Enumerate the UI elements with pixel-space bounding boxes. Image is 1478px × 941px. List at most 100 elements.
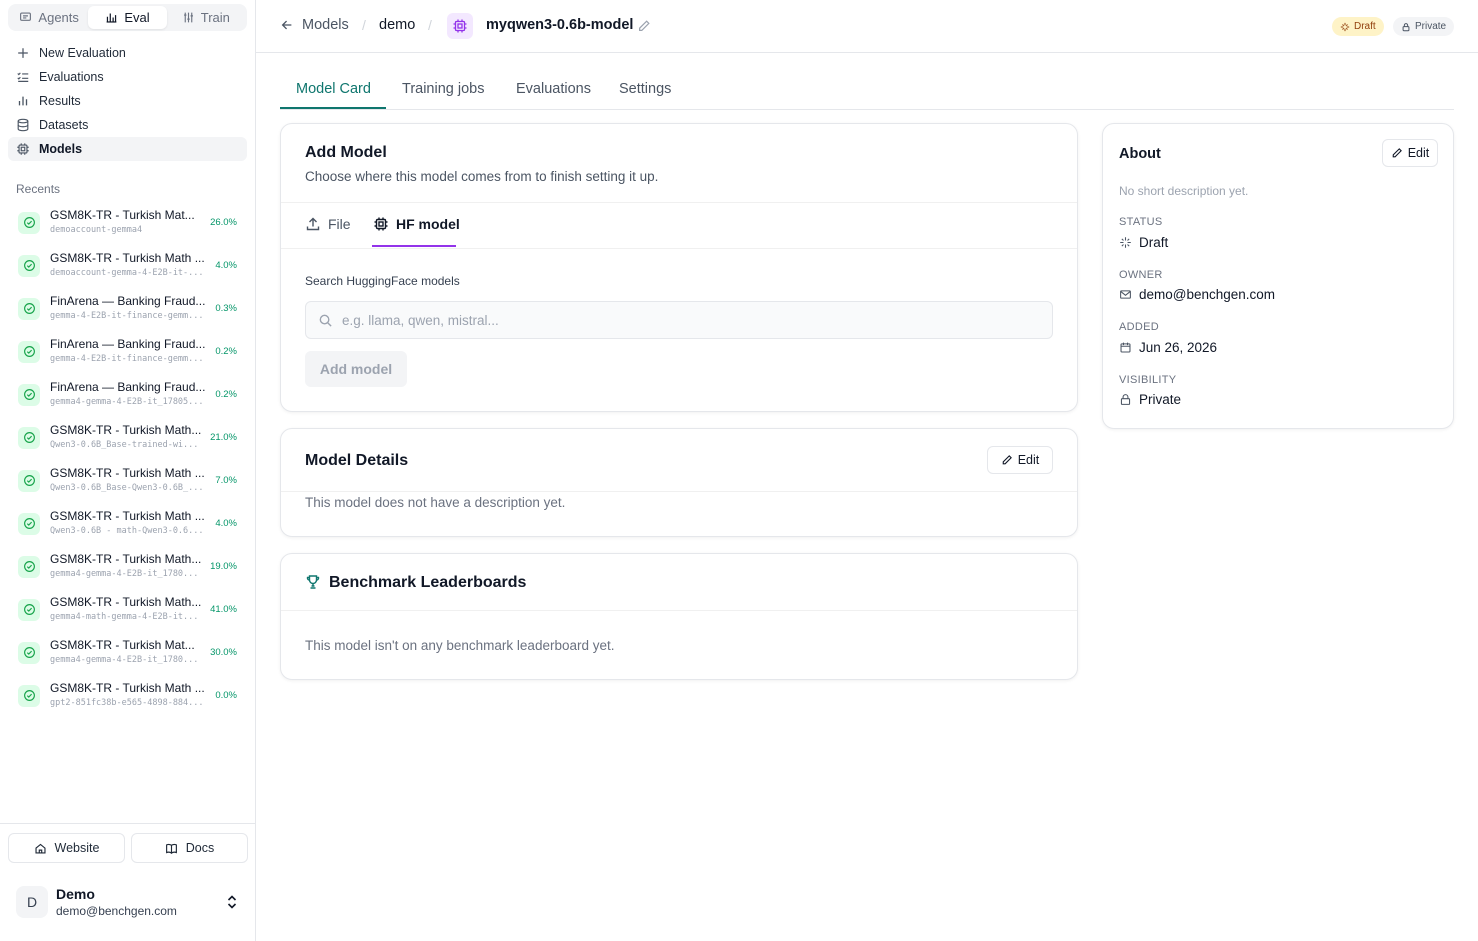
check-circle-icon bbox=[18, 426, 40, 449]
about-description: No short description yet. bbox=[1119, 184, 1249, 198]
recent-item[interactable]: GSM8K-TR - Turkish Math ... Qwen3-0.6B - … bbox=[8, 502, 247, 545]
recent-subtitle: Qwen3-0.6B - math-Qwen3-0.6... bbox=[50, 526, 204, 536]
user-menu[interactable]: D Demo demo@benchgen.com bbox=[16, 886, 247, 920]
visibility-label: VISIBILITY bbox=[1119, 374, 1177, 386]
recent-item[interactable]: FinArena — Banking Fraud... gemma-4-E2B-i… bbox=[8, 330, 247, 373]
user-email: demo@benchgen.com bbox=[56, 904, 177, 918]
upload-icon bbox=[306, 217, 320, 231]
check-circle-icon bbox=[18, 383, 40, 406]
recent-score: 4.0% bbox=[215, 518, 237, 529]
recent-subtitle: Qwen3-0.6B_Base-Qwen3-0.6B_... bbox=[50, 483, 204, 493]
mode-switch: Agents Eval Train bbox=[8, 4, 247, 31]
nav-datasets[interactable]: Datasets bbox=[8, 113, 247, 137]
model-details-card: Model Details Edit This model does not h… bbox=[280, 428, 1078, 537]
recent-item[interactable]: GSM8K-TR - Turkish Math ... Qwen3-0.6B_Ba… bbox=[8, 459, 247, 502]
hf-search-input[interactable] bbox=[342, 302, 1042, 338]
sidebar-footer: Website Docs D Demo demo@benchgen.com bbox=[0, 823, 256, 918]
page-title: myqwen3-0.6b-model bbox=[486, 17, 634, 33]
check-circle-icon bbox=[18, 469, 40, 492]
check-circle-icon bbox=[18, 555, 40, 578]
status-badge: Draft bbox=[1332, 17, 1384, 36]
nav-models[interactable]: Models bbox=[8, 137, 247, 161]
recent-title: GSM8K-TR - Turkish Math ... bbox=[50, 251, 205, 265]
website-button[interactable]: Website bbox=[8, 833, 125, 863]
recent-item[interactable]: FinArena — Banking Fraud... gemma4-gemma-… bbox=[8, 373, 247, 416]
edit-about-button[interactable]: Edit bbox=[1382, 139, 1438, 167]
home-icon bbox=[34, 843, 46, 854]
recent-title: FinArena — Banking Fraud... bbox=[50, 380, 206, 394]
recent-title: GSM8K-TR - Turkish Mat... bbox=[50, 208, 195, 222]
recent-score: 21.0% bbox=[210, 432, 237, 443]
leaderboards-title: Benchmark Leaderboards bbox=[329, 574, 527, 591]
recent-item[interactable]: GSM8K-TR - Turkish Math... Qwen3-0.6B_Bas… bbox=[8, 416, 247, 459]
status-value: Draft bbox=[1119, 235, 1168, 250]
search-icon bbox=[319, 314, 332, 327]
recent-item[interactable]: GSM8K-TR - Turkish Math... gemma4-gemma-4… bbox=[8, 545, 247, 588]
cpu-icon bbox=[17, 143, 29, 155]
cpu-icon bbox=[374, 217, 388, 231]
tab-training-jobs[interactable]: Training jobs bbox=[402, 81, 484, 97]
recent-item[interactable]: FinArena — Banking Fraud... gemma-4-E2B-i… bbox=[8, 287, 247, 330]
check-circle-icon bbox=[18, 598, 40, 621]
recent-title: GSM8K-TR - Turkish Math... bbox=[50, 595, 202, 609]
pencil-icon bbox=[1002, 455, 1012, 465]
plus-icon bbox=[18, 48, 28, 58]
divider bbox=[281, 610, 1077, 611]
tab-evaluations[interactable]: Evaluations bbox=[516, 81, 591, 97]
nav-results[interactable]: Results bbox=[8, 89, 247, 113]
status-label: STATUS bbox=[1119, 216, 1163, 228]
divider bbox=[281, 491, 1077, 492]
lock-icon bbox=[1120, 394, 1131, 405]
recent-title: GSM8K-TR - Turkish Math... bbox=[50, 423, 202, 437]
recent-item[interactable]: GSM8K-TR - Turkish Math ... demoaccount-g… bbox=[8, 244, 247, 287]
recents-heading: Recents bbox=[16, 182, 61, 196]
mode-eval-button[interactable]: Eval bbox=[88, 6, 167, 29]
recent-subtitle: gemma4-gemma-4-E2B-it_1780... bbox=[50, 655, 199, 665]
recent-score: 0.0% bbox=[215, 690, 237, 701]
book-icon bbox=[165, 843, 177, 854]
trophy-icon bbox=[306, 575, 320, 589]
add-model-card: Add Model Choose where this model comes … bbox=[280, 123, 1078, 412]
source-tab-hf-model[interactable]: HF model bbox=[373, 216, 460, 232]
edit-details-button[interactable]: Edit bbox=[987, 446, 1053, 474]
source-tab-file[interactable]: File bbox=[305, 216, 351, 232]
avatar: D bbox=[16, 886, 48, 918]
mode-train-button[interactable]: Train bbox=[167, 6, 245, 29]
recent-title: GSM8K-TR - Turkish Math... bbox=[50, 552, 202, 566]
check-circle-icon bbox=[18, 512, 40, 535]
sparkle-icon bbox=[1120, 237, 1131, 248]
recent-subtitle: demoaccount-gemma4 bbox=[50, 225, 143, 235]
back-to-models-link[interactable]: Models bbox=[280, 17, 349, 33]
recent-subtitle: gemma4-gemma-4-E2B-it_1780... bbox=[50, 569, 199, 579]
recent-item[interactable]: GSM8K-TR - Turkish Mat... demoaccount-gem… bbox=[8, 201, 247, 244]
tab-settings[interactable]: Settings bbox=[619, 81, 671, 97]
recent-item[interactable]: GSM8K-TR - Turkish Math ... gpt2-851fc38b… bbox=[8, 674, 247, 717]
recent-score: 0.2% bbox=[215, 346, 237, 357]
recent-item[interactable]: GSM8K-TR - Turkish Math... gemma4-math-ge… bbox=[8, 588, 247, 631]
sliders-icon bbox=[183, 12, 193, 23]
active-tab-indicator bbox=[280, 107, 386, 109]
model-chip-icon bbox=[447, 13, 473, 39]
edit-name-pencil-icon[interactable] bbox=[637, 19, 651, 33]
nav-evaluations[interactable]: Evaluations bbox=[8, 65, 247, 89]
recent-score: 19.0% bbox=[210, 561, 237, 572]
add-model-button[interactable]: Add model bbox=[305, 351, 407, 387]
visibility-value: Private bbox=[1119, 392, 1181, 407]
tab-model-card[interactable]: Model Card bbox=[296, 81, 371, 97]
mode-agents-button[interactable]: Agents bbox=[10, 6, 88, 29]
recent-score: 26.0% bbox=[210, 217, 237, 228]
recent-subtitle: gemma-4-E2B-it-finance-gemm... bbox=[50, 311, 204, 321]
recent-title: GSM8K-TR - Turkish Math ... bbox=[50, 509, 205, 523]
recents-list: GSM8K-TR - Turkish Mat... demoaccount-gem… bbox=[8, 201, 247, 717]
about-card: About Edit No short description yet. STA… bbox=[1102, 123, 1454, 429]
recent-subtitle: gpt2-851fc38b-e565-4898-884... bbox=[50, 698, 204, 708]
docs-button[interactable]: Docs bbox=[131, 833, 248, 863]
nav-new-evaluation[interactable]: New Evaluation bbox=[8, 41, 247, 65]
page-header: Models / demo / myqwen3-0.6b-model Draft… bbox=[256, 0, 1478, 53]
details-empty-text: This model does not have a description y… bbox=[305, 495, 566, 510]
breadcrumb-project[interactable]: demo bbox=[379, 17, 415, 33]
recent-item[interactable]: GSM8K-TR - Turkish Mat... gemma4-gemma-4-… bbox=[8, 631, 247, 674]
pencil-icon bbox=[1392, 148, 1402, 158]
recent-score: 4.0% bbox=[215, 260, 237, 271]
model-details-title: Model Details bbox=[305, 452, 409, 469]
